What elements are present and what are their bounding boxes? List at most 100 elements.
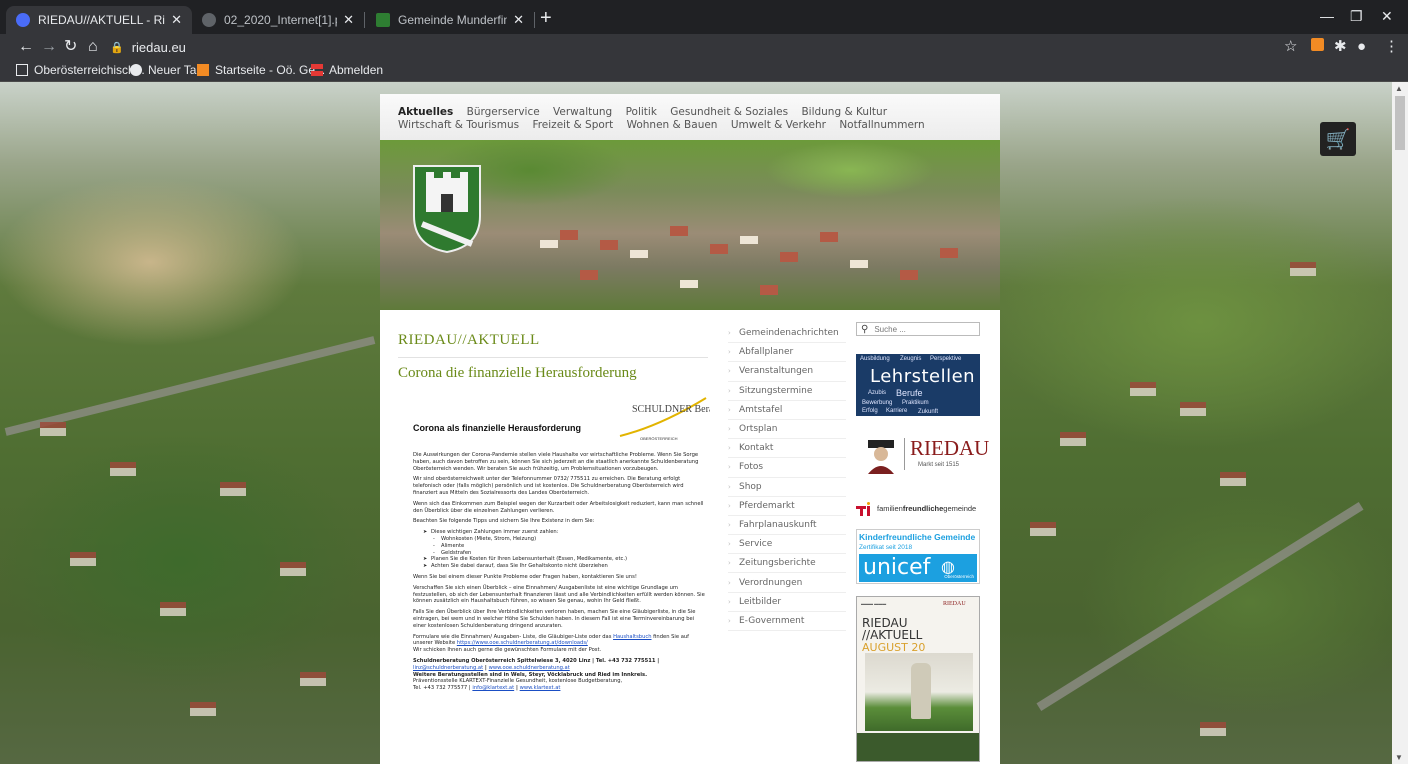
shopping-cart-button[interactable]: 🛒 (1320, 122, 1356, 156)
riedau-aktuell-magazine-cover[interactable]: ▬▬▬ ▬▬▬ RIEDAU RIEDAU //AKTUELL AUGUST 2… (856, 596, 980, 762)
subnav-item[interactable]: › Zeitungsberichte (728, 554, 846, 574)
subnav-item[interactable]: › Shop (728, 478, 846, 497)
magazine-footer (857, 733, 979, 761)
menu-dots-icon[interactable]: ⋮ (1384, 37, 1399, 57)
background-house (1180, 402, 1206, 416)
extension-icon[interactable] (1311, 37, 1324, 57)
scroll-down-icon[interactable]: ▼ (1395, 753, 1403, 762)
subnav-item[interactable]: › Gemeindenachrichten (728, 324, 846, 344)
minimize-icon[interactable]: — (1320, 8, 1334, 24)
subnav-item[interactable]: › Fotos (728, 458, 846, 478)
riedau-banner[interactable]: RIEDAU Markt seit 1515 (856, 432, 989, 478)
nav-gesundheit[interactable]: Gesundheit & Soziales (670, 106, 788, 119)
nav-wirtschaft[interactable]: Wirtschaft & Tourismus (398, 119, 519, 132)
subnav-item[interactable]: › Kontakt (728, 439, 846, 459)
familie-logo-icon (856, 502, 870, 516)
email-link[interactable]: info@klartext.at (472, 685, 514, 691)
website-link[interactable]: www.ooe.schuldnerberatung.at (489, 665, 570, 671)
subnav-label: Leitbilder (739, 596, 782, 607)
bookmark-label: Neuer Tab (148, 63, 204, 77)
subnav-item[interactable]: › Service (728, 535, 846, 555)
tab-title: 02_2020_Internet[1].pdf (224, 13, 337, 27)
back-icon[interactable]: ← (18, 37, 34, 57)
list-item: Wohnkosten (Miete, Strom, Heizung) (423, 536, 705, 543)
website-link[interactable]: www.klartext.at (520, 685, 561, 691)
article-title[interactable]: Corona die finanzielle Herausforderung (398, 365, 637, 382)
unicef-region: Oberösterreich (944, 574, 974, 579)
subnav-item[interactable]: › Abfallplaner (728, 343, 846, 363)
banner-word: Ausbildung (860, 356, 890, 362)
subnav-item[interactable]: › Sitzungstermine (728, 382, 846, 401)
subnav-item[interactable]: › Verordnungen (728, 573, 846, 593)
website-page: Aktuelles Bürgerservice Verwaltung Polit… (380, 94, 1000, 764)
subnav-item[interactable]: › E-Government (728, 612, 846, 631)
chevron-right-icon: › (728, 425, 731, 434)
riedau-favicon-icon (16, 13, 30, 27)
bookmarks-bar: Oberösterreichisch... Neuer Tab Startsei… (0, 60, 1408, 82)
text: Präventionsstelle KLARTEXT-Finanzielle G… (413, 678, 623, 685)
unicef-wordmark: unicef (863, 555, 931, 580)
magazine-title: RIEDAU //AKTUELL (862, 616, 923, 642)
email-link[interactable]: linz@schuldnerberatung.at (413, 665, 483, 671)
nav-bildung[interactable]: Bildung & Kultur (801, 106, 887, 119)
tab-riedau[interactable]: RIEDAU//AKTUELL - Riedau.leben ✕ (6, 6, 192, 34)
paragraph: Falls Sie den Überblick über Ihre Verbin… (413, 609, 696, 629)
subnav-item[interactable]: › Pferdemarkt (728, 497, 846, 516)
home-icon[interactable]: ⌂ (88, 37, 98, 57)
subnav-item[interactable]: › Ortsplan (728, 420, 846, 440)
familienfreundliche-gemeinde-banner[interactable]: familienfreundlichegemeinde (856, 494, 980, 524)
bookmark-star-icon[interactable]: ☆ (1284, 37, 1297, 57)
close-tab-icon[interactable]: ✕ (171, 12, 182, 28)
text: Weitere Beratungsstellen sind in Wels, S… (413, 671, 648, 678)
subnav-label: Zeitungsberichte (739, 558, 816, 569)
bookmark-item[interactable]: Neuer Tab (130, 63, 203, 77)
forward-icon[interactable]: → (41, 37, 57, 57)
paragraph: Verschaffen Sie sich einen Überblick – e… (413, 584, 705, 605)
photo-house (580, 270, 598, 280)
search-input[interactable]: ⚲ Suche ... (856, 322, 980, 336)
scroll-up-icon[interactable]: ▲ (1395, 84, 1403, 93)
nav-freizeit[interactable]: Freizeit & Sport (532, 119, 613, 132)
extensions-puzzle-icon[interactable]: ✱ (1334, 37, 1347, 57)
close-tab-icon[interactable]: ✕ (343, 12, 354, 28)
page-scrollbar[interactable]: ▲ ▼ (1392, 82, 1408, 764)
profile-icon[interactable]: ● (1357, 37, 1366, 57)
nav-verwaltung[interactable]: Verwaltung (553, 106, 612, 119)
tab-munderfing[interactable]: Gemeinde Munderfing ✕ (366, 6, 534, 34)
close-window-icon[interactable]: ✕ (1381, 8, 1393, 25)
unicef-logo: unicef ◍ Oberösterreich (859, 554, 977, 582)
address-bar[interactable]: 🔒 riedau.eu (110, 36, 1280, 58)
nav-wohnen[interactable]: Wohnen & Bauen (627, 119, 718, 132)
nav-buergerservice[interactable]: Bürgerservice (467, 106, 540, 119)
lehrstellen-banner[interactable]: Ausbildung Zeugnis Perspektive Lehrstell… (856, 354, 980, 416)
section-title[interactable]: RIEDAU//AKTUELL (398, 332, 540, 349)
haushaltsbuch-link[interactable]: Haushaltsbuch (613, 634, 651, 640)
subnav-item[interactable]: › Leitbilder (728, 593, 846, 612)
chevron-right-icon: › (728, 501, 731, 510)
restore-icon[interactable]: ❐ (1350, 8, 1363, 25)
riedau-wordmark: RIEDAU (910, 436, 990, 460)
subnav-item[interactable]: › Veranstaltungen (728, 362, 846, 382)
bookmark-item[interactable]: Oberösterreichisch... (16, 63, 145, 77)
subnav-item[interactable]: › Amtstafel (728, 401, 846, 420)
subnav-item[interactable]: › Fahrplanauskunft (728, 516, 846, 536)
search-icon: ⚲ (861, 323, 869, 335)
tab-pdf[interactable]: 02_2020_Internet[1].pdf ✕ (192, 6, 364, 34)
downloads-link[interactable]: https://www.ooe.schuldnerberatung.at/dow… (457, 640, 588, 646)
bookmark-item[interactable]: Abmelden (311, 63, 383, 77)
unicef-banner[interactable]: Kinderfreundliche Gemeinde Zertifikat se… (856, 529, 980, 584)
bookmark-item[interactable]: Startseite - Oö. Ge... (197, 63, 325, 77)
scrollbar-thumb[interactable] (1395, 96, 1405, 150)
text: familien (877, 504, 903, 513)
nav-aktuelles[interactable]: Aktuelles (398, 106, 453, 119)
nav-umwelt[interactable]: Umwelt & Verkehr (731, 119, 826, 132)
close-tab-icon[interactable]: ✕ (513, 12, 524, 28)
nav-notfall[interactable]: Notfallnummern (839, 119, 924, 132)
subnav-label: Shop (739, 481, 762, 492)
reload-icon[interactable]: ↻ (64, 37, 77, 57)
chevron-right-icon: › (728, 444, 731, 453)
list-item: Alimente (423, 543, 705, 550)
chevron-right-icon: › (728, 597, 731, 606)
nav-politik[interactable]: Politik (626, 106, 657, 119)
new-tab-button[interactable]: + (540, 8, 552, 28)
